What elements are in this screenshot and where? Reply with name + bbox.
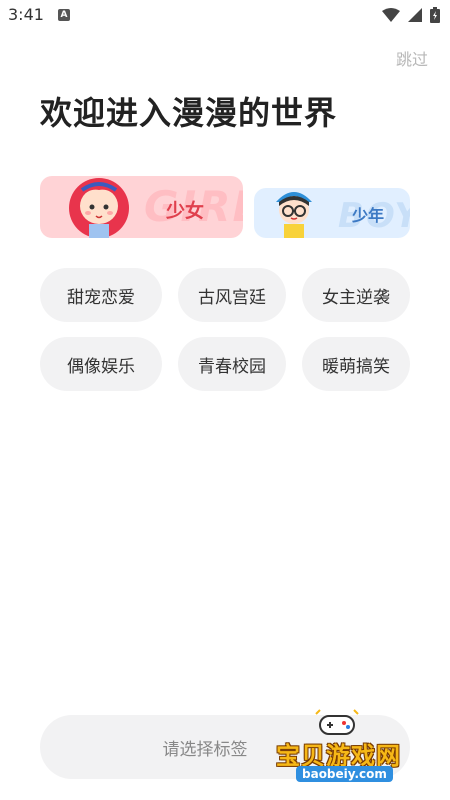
wifi-icon <box>382 8 400 22</box>
girl-label: 少女 <box>166 200 205 222</box>
girl-card[interactable]: GIRL 少女 <box>40 176 243 238</box>
girl-avatar-icon <box>69 178 129 238</box>
site-watermark-logo: 宝贝游戏网 baobeiy.com <box>274 708 424 788</box>
status-icons <box>382 7 440 23</box>
skip-button[interactable]: 跳过 <box>396 46 428 70</box>
boy-avatar-icon <box>276 192 312 238</box>
boy-card[interactable]: BOY 少年 <box>254 188 410 238</box>
select-tags-label: 请选择标签 <box>162 739 248 760</box>
tag-chip[interactable]: 女主逆袭 <box>302 268 410 322</box>
signal-icon <box>408 8 422 22</box>
status-bar: 3:41 A <box>0 0 450 32</box>
battery-icon <box>430 7 440 23</box>
status-time: 3:41 <box>8 5 44 24</box>
watermark-logo-url: baobeiy.com <box>296 766 393 782</box>
tag-chip[interactable]: 古风宫廷 <box>178 268 286 322</box>
boy-label: 少年 <box>352 206 385 225</box>
tag-chip[interactable]: 甜宠恋爱 <box>40 268 162 322</box>
tag-grid: 甜宠恋爱 古风宫廷 女主逆袭 偶像娱乐 青春校园 暖萌搞笑 <box>40 268 410 391</box>
tag-chip[interactable]: 暖萌搞笑 <box>302 337 410 391</box>
page-title: 欢迎进入漫漫的世界 <box>40 94 338 132</box>
tag-chip[interactable]: 偶像娱乐 <box>40 337 162 391</box>
gamepad-icon <box>315 709 359 735</box>
notification-icon: A <box>58 9 70 21</box>
tag-chip[interactable]: 青春校园 <box>178 337 286 391</box>
